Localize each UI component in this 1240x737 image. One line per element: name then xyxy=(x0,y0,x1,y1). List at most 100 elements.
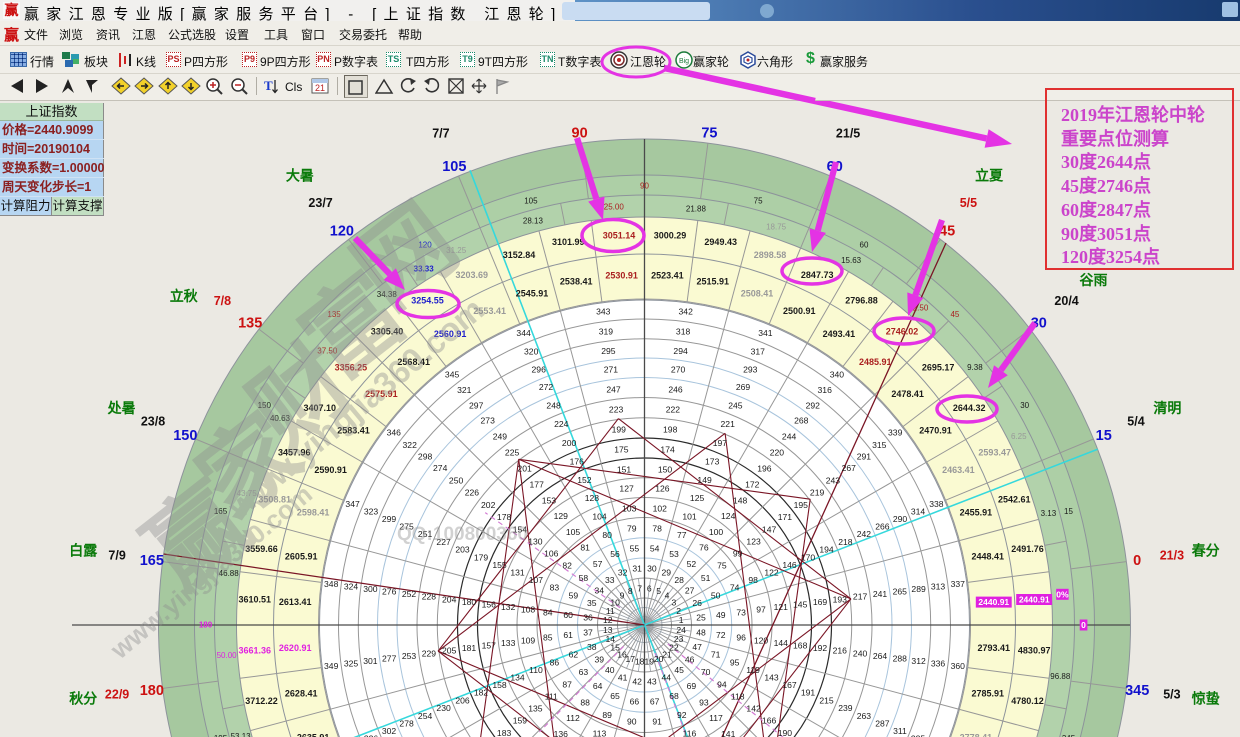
svg-text:3712.22: 3712.22 xyxy=(245,696,278,706)
svg-text:5/3: 5/3 xyxy=(1163,687,1180,701)
svg-text:123: 123 xyxy=(746,536,761,546)
svg-text:28: 28 xyxy=(674,575,684,585)
svg-text:61: 61 xyxy=(563,630,573,640)
svg-text:288: 288 xyxy=(893,654,908,664)
svg-text:116: 116 xyxy=(683,729,697,737)
svg-text:196: 196 xyxy=(757,464,772,474)
svg-text:199: 199 xyxy=(612,425,627,435)
svg-text:152: 152 xyxy=(577,475,592,485)
svg-text:135: 135 xyxy=(528,704,543,714)
svg-text:76: 76 xyxy=(699,543,709,553)
svg-text:242: 242 xyxy=(857,529,872,539)
svg-text:247: 247 xyxy=(606,385,621,395)
svg-text:217: 217 xyxy=(853,592,868,602)
svg-text:25.00: 25.00 xyxy=(604,203,625,212)
svg-text:206: 206 xyxy=(455,695,470,705)
svg-text:2542.61: 2542.61 xyxy=(998,495,1031,505)
svg-text:144: 144 xyxy=(774,638,789,648)
svg-text:106: 106 xyxy=(544,549,559,559)
svg-text:102: 102 xyxy=(653,504,668,514)
svg-text:141: 141 xyxy=(721,729,736,737)
svg-text:274: 274 xyxy=(433,463,448,473)
svg-text:21/5: 21/5 xyxy=(836,127,860,141)
svg-text:120: 120 xyxy=(754,635,769,645)
svg-text:271: 271 xyxy=(604,365,619,375)
svg-text:9: 9 xyxy=(620,591,625,601)
svg-text:336: 336 xyxy=(931,659,946,669)
svg-text:6: 6 xyxy=(647,583,652,593)
svg-text:171: 171 xyxy=(778,512,793,522)
svg-text:319: 319 xyxy=(599,327,614,337)
svg-text:大暑: 大暑 xyxy=(286,168,314,184)
svg-text:36: 36 xyxy=(583,613,593,623)
svg-text:147: 147 xyxy=(762,524,777,534)
svg-text:20/4: 20/4 xyxy=(1054,294,1078,308)
svg-text:325: 325 xyxy=(344,659,359,669)
svg-text:111: 111 xyxy=(545,692,558,702)
svg-text:178: 178 xyxy=(497,512,512,522)
svg-text:29: 29 xyxy=(662,567,672,577)
svg-text:326: 326 xyxy=(364,733,379,737)
svg-text:45: 45 xyxy=(950,310,959,319)
svg-text:130: 130 xyxy=(528,536,543,546)
svg-text:117: 117 xyxy=(709,713,723,723)
svg-text:40: 40 xyxy=(605,665,615,675)
svg-text:2778.41: 2778.41 xyxy=(960,733,993,737)
svg-text:60: 60 xyxy=(563,610,573,620)
svg-text:101: 101 xyxy=(682,511,697,521)
svg-text:2613.41: 2613.41 xyxy=(279,597,312,607)
svg-text:226: 226 xyxy=(465,488,480,498)
svg-text:53.13: 53.13 xyxy=(231,732,252,737)
svg-text:48: 48 xyxy=(696,627,706,637)
svg-text:89: 89 xyxy=(602,710,612,720)
svg-text:53: 53 xyxy=(669,549,679,559)
svg-text:77: 77 xyxy=(677,530,687,540)
svg-text:240: 240 xyxy=(853,648,868,658)
svg-text:78: 78 xyxy=(652,523,662,533)
svg-text:278: 278 xyxy=(399,719,414,729)
svg-text:127: 127 xyxy=(619,484,634,494)
svg-text:2793.41: 2793.41 xyxy=(978,643,1011,653)
svg-text:322: 322 xyxy=(403,440,418,450)
svg-text:79: 79 xyxy=(627,523,637,533)
svg-text:126: 126 xyxy=(655,484,670,494)
svg-text:121: 121 xyxy=(774,602,789,612)
svg-text:173: 173 xyxy=(705,457,720,467)
svg-text:75: 75 xyxy=(701,125,717,141)
svg-text:221: 221 xyxy=(721,419,736,429)
svg-text:269: 269 xyxy=(736,382,751,392)
svg-text:2530.91: 2530.91 xyxy=(605,271,638,281)
svg-text:200: 200 xyxy=(562,438,577,448)
svg-text:6.25: 6.25 xyxy=(1011,432,1027,441)
svg-text:253: 253 xyxy=(402,651,417,661)
svg-text:135: 135 xyxy=(238,315,262,331)
svg-text:314: 314 xyxy=(911,507,926,517)
svg-text:320: 320 xyxy=(524,347,539,357)
svg-text:80: 80 xyxy=(602,530,612,540)
svg-text:134: 134 xyxy=(510,673,525,683)
svg-text:108: 108 xyxy=(521,605,536,615)
svg-text:37: 37 xyxy=(583,627,593,637)
svg-text:32: 32 xyxy=(618,567,628,577)
svg-text:230: 230 xyxy=(436,703,451,713)
svg-text:2590.91: 2590.91 xyxy=(314,465,347,475)
svg-text:47: 47 xyxy=(692,642,702,652)
svg-text:360: 360 xyxy=(951,661,966,671)
svg-text:143: 143 xyxy=(764,673,779,683)
svg-text:197: 197 xyxy=(713,438,728,448)
svg-text:99: 99 xyxy=(733,549,743,559)
svg-text:2847.73: 2847.73 xyxy=(801,270,834,280)
svg-text:122: 122 xyxy=(764,567,779,577)
svg-text:228: 228 xyxy=(422,592,437,602)
svg-text:190: 190 xyxy=(778,728,793,737)
svg-text:118: 118 xyxy=(731,692,745,702)
svg-text:QQ:100800360: QQ:100800360 xyxy=(397,524,528,545)
svg-text:7/9: 7/9 xyxy=(108,549,125,563)
svg-text:70: 70 xyxy=(701,667,711,677)
svg-text:2644.32: 2644.32 xyxy=(953,403,986,413)
svg-text:2605.91: 2605.91 xyxy=(285,552,318,562)
svg-text:27: 27 xyxy=(685,585,695,595)
svg-text:107: 107 xyxy=(529,575,544,585)
svg-text:31: 31 xyxy=(632,564,642,574)
svg-text:82: 82 xyxy=(562,561,572,571)
